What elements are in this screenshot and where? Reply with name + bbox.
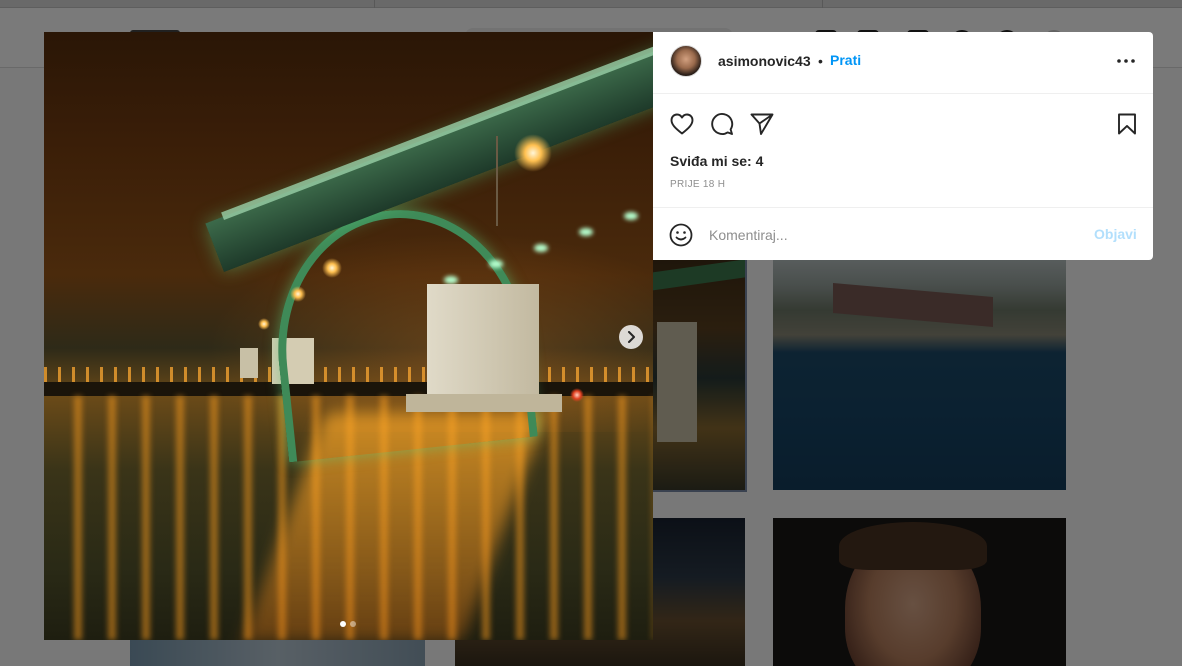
more-options-button[interactable]: [1115, 50, 1137, 72]
post-comment-button[interactable]: Objavi: [1094, 226, 1137, 242]
smiley-icon: [669, 223, 693, 247]
post-timestamp[interactable]: PRIJE 18 H: [670, 179, 725, 190]
post-image: [44, 32, 653, 640]
comment-icon: [711, 113, 734, 135]
carousel-dot-active: [340, 621, 346, 627]
carousel-next-button[interactable]: [619, 325, 643, 349]
post-header: asimonovic43 • Prati: [653, 32, 1153, 94]
more-horizontal-icon: [1117, 59, 1135, 63]
comment-input[interactable]: [709, 222, 1079, 248]
share-button[interactable]: [748, 110, 776, 138]
post-actions: [653, 108, 1153, 140]
heart-icon: [670, 113, 694, 135]
paper-plane-icon: [750, 113, 774, 135]
bookmark-icon: [1118, 113, 1136, 135]
follow-button[interactable]: Prati: [830, 52, 861, 68]
comment-button[interactable]: [708, 110, 736, 138]
like-button[interactable]: [668, 110, 696, 138]
likes-count[interactable]: Sviđa mi se: 4: [670, 153, 763, 169]
author-username[interactable]: asimonovic43: [718, 53, 811, 69]
carousel-indicator: [340, 621, 356, 627]
comment-form: Objavi: [653, 207, 1153, 260]
post-side-panel: asimonovic43 • Prati Sviđa mi se: 4 PRIJ…: [653, 32, 1153, 260]
author-avatar[interactable]: [670, 45, 702, 77]
save-button[interactable]: [1113, 110, 1141, 138]
emoji-button[interactable]: [668, 222, 694, 248]
carousel-dot: [350, 621, 356, 627]
separator-dot: •: [818, 53, 823, 69]
chevron-right-icon: [628, 331, 635, 343]
